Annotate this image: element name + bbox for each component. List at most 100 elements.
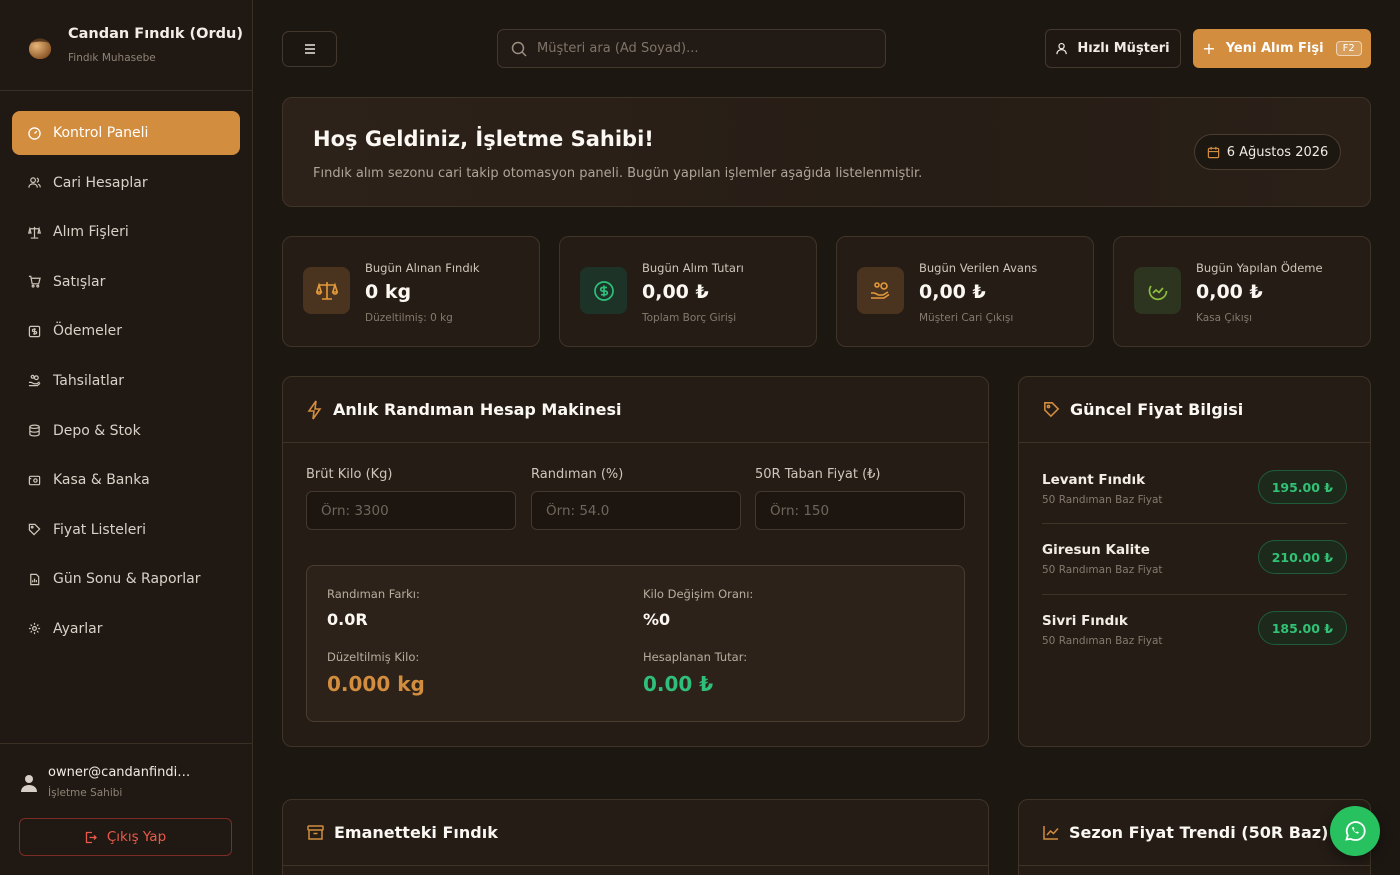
whatsapp-icon bbox=[1345, 821, 1366, 841]
stat-label: Bugün Alım Tutarı bbox=[642, 261, 744, 275]
user-role: İşletme Sahibi bbox=[48, 787, 123, 799]
price-item-desc: 50 Randıman Baz Fiyat bbox=[1042, 635, 1163, 647]
brand-title: Candan Fındık (Ordu) bbox=[68, 26, 243, 42]
stat-value: 0 kg bbox=[365, 281, 412, 303]
sidebar-item-kontrol-paneli[interactable]: Kontrol Paneli bbox=[12, 111, 240, 155]
sidebar-nav: Kontrol Paneli Cari Hesaplar Alım Fişler… bbox=[12, 111, 240, 657]
stat-sub: Toplam Borç Girişi bbox=[642, 312, 737, 324]
user-email: owner@candanfindik.com bbox=[48, 765, 196, 780]
welcome-title: Hoş Geldiniz, İşletme Sahibi! bbox=[313, 127, 654, 151]
taban-fiyat-input[interactable] bbox=[755, 491, 965, 530]
calculation-results: Randıman Farkı: 0.0R Kilo Değişim Oranı:… bbox=[306, 565, 965, 722]
cart-icon bbox=[27, 275, 41, 289]
report-icon bbox=[27, 572, 41, 586]
field-label-randiman: Randıman (%) bbox=[531, 467, 624, 482]
kilo-degisim-value: %0 bbox=[643, 610, 671, 629]
stat-sub: Düzeltilmiş: 0 kg bbox=[365, 312, 453, 324]
price-badge: 195.00 ₺ bbox=[1257, 470, 1347, 504]
user-plus-icon bbox=[1056, 42, 1069, 55]
randiman-farki-value: 0.0R bbox=[327, 610, 368, 629]
calculator-header: Anlık Randıman Hesap Makinesi bbox=[283, 377, 988, 443]
randiman-farki-label: Randıman Farkı: bbox=[327, 587, 420, 601]
welcome-banner: Hoş Geldiniz, İşletme Sahibi! Fındık alı… bbox=[282, 97, 1371, 207]
sidebar-item-label: Tahsilatlar bbox=[53, 372, 125, 389]
hand-coins-icon bbox=[27, 374, 41, 388]
price-badge: 185.00 ₺ bbox=[1257, 611, 1347, 645]
user-avatar-icon bbox=[21, 775, 37, 792]
customer-search bbox=[497, 29, 886, 68]
hand-coins-icon bbox=[857, 267, 904, 314]
price-item: Giresun Kalite 50 Randıman Baz Fiyat 210… bbox=[1042, 540, 1347, 612]
field-label-taban-fiyat: 50R Taban Fiyat (₺) bbox=[755, 467, 881, 482]
new-receipt-label: Yeni Alım Fişi bbox=[1225, 41, 1324, 56]
trend-header: Sezon Fiyat Trendi (50R Baz) bbox=[1019, 800, 1370, 866]
kilo-degisim-label: Kilo Değişim Oranı: bbox=[643, 587, 754, 601]
hazelnut-logo-icon bbox=[29, 38, 51, 59]
stat-card-alim-tutari: Bugün Alım Tutarı 0,00 ₺ Toplam Borç Gir… bbox=[559, 236, 817, 347]
tag-icon bbox=[27, 523, 41, 537]
sidebar-item-fiyat-listeleri[interactable]: Fiyat Listeleri bbox=[12, 508, 240, 552]
divider bbox=[1042, 523, 1347, 524]
sidebar-item-satislar[interactable]: Satışlar bbox=[12, 260, 240, 304]
user-box: owner@candanfindik.com İşletme Sahibi Çı… bbox=[0, 743, 252, 875]
plus-icon: + bbox=[1202, 39, 1216, 58]
stat-value: 0,00 ₺ bbox=[919, 281, 986, 303]
hesaplanan-tutar-label: Hesaplanan Tutar: bbox=[643, 650, 748, 664]
quick-customer-label: Hızlı Müşteri bbox=[1077, 41, 1170, 56]
stat-sub: Kasa Çıkışı bbox=[1196, 312, 1253, 324]
price-item: Levant Fındık 50 Randıman Baz Fiyat 195.… bbox=[1042, 470, 1347, 542]
price-item-name: Levant Fındık bbox=[1042, 472, 1146, 488]
sidebar-item-kasa-banka[interactable]: Kasa & Banka bbox=[12, 458, 240, 502]
escrow-title: Emanetteki Fındık bbox=[334, 823, 498, 842]
divider bbox=[1042, 594, 1347, 595]
price-badge: 210.00 ₺ bbox=[1257, 540, 1347, 574]
duzeltilmis-kilo-value: 0.000 kg bbox=[327, 672, 425, 696]
shortcut-badge: F2 bbox=[1335, 41, 1362, 56]
price-item: Sivri Fındık 50 Randıman Baz Fiyat 185.0… bbox=[1042, 611, 1347, 683]
sidebar-item-alim-fisleri[interactable]: Alım Fişleri bbox=[12, 210, 240, 254]
stat-card-yapilan-odeme: Bugün Yapılan Ödeme 0,00 ₺ Kasa Çıkışı bbox=[1113, 236, 1371, 347]
money-icon bbox=[27, 324, 41, 338]
sidebar-item-odemeler[interactable]: Ödemeler bbox=[12, 309, 240, 353]
stat-value: 0,00 ₺ bbox=[642, 281, 709, 303]
price-item-name: Sivri Fındık bbox=[1042, 613, 1128, 629]
date-badge: 6 Ağustos 2026 bbox=[1194, 134, 1341, 170]
price-item-name: Giresun Kalite bbox=[1042, 542, 1150, 558]
randiman-input[interactable] bbox=[531, 491, 741, 530]
sidebar-item-label: Gün Sonu & Raporlar bbox=[53, 571, 201, 588]
calendar-icon bbox=[1207, 146, 1220, 159]
sidebar-item-depo-stok[interactable]: Depo & Stok bbox=[12, 409, 240, 453]
hamburger-icon bbox=[304, 44, 315, 54]
sidebar-item-label: Kasa & Banka bbox=[53, 472, 150, 489]
brut-kilo-input[interactable] bbox=[306, 491, 516, 530]
lightning-icon bbox=[307, 400, 323, 420]
price-info-panel: Güncel Fiyat Bilgisi Levant Fındık 50 Ra… bbox=[1018, 376, 1371, 747]
quick-customer-button[interactable]: Hızlı Müşteri bbox=[1045, 29, 1181, 68]
menu-toggle-button[interactable] bbox=[282, 31, 337, 67]
tag-icon bbox=[1043, 401, 1060, 418]
calculator-panel: Anlık Randıman Hesap Makinesi Brüt Kilo … bbox=[282, 376, 989, 747]
whatsapp-button[interactable] bbox=[1330, 806, 1380, 856]
logout-label: Çıkış Yap bbox=[106, 829, 167, 845]
sidebar-item-cari-hesaplar[interactable]: Cari Hesaplar bbox=[12, 161, 240, 205]
brand: Candan Fındık (Ordu) Findık Muhasebe bbox=[0, 0, 252, 91]
sidebar-item-ayarlar[interactable]: Ayarlar bbox=[12, 607, 240, 651]
wallet-icon bbox=[27, 473, 41, 487]
search-icon bbox=[511, 41, 527, 57]
sidebar-item-label: Satışlar bbox=[53, 273, 106, 290]
new-receipt-button[interactable]: + Yeni Alım Fişi F2 bbox=[1193, 29, 1371, 68]
trend-panel: Sezon Fiyat Trendi (50R Baz) bbox=[1018, 799, 1371, 875]
logout-button[interactable]: Çıkış Yap bbox=[19, 818, 232, 856]
field-label-brut-kilo: Brüt Kilo (Kg) bbox=[306, 467, 393, 482]
search-input[interactable] bbox=[537, 41, 857, 56]
stat-card-alinan-findik: Bugün Alınan Fındık 0 kg Düzeltilmiş: 0 … bbox=[282, 236, 540, 347]
price-info-header: Güncel Fiyat Bilgisi bbox=[1019, 377, 1370, 443]
scale-icon bbox=[303, 267, 350, 314]
trend-title: Sezon Fiyat Trendi (50R Baz) bbox=[1069, 823, 1329, 842]
database-icon bbox=[27, 424, 41, 438]
sidebar-item-gun-sonu-raporlar[interactable]: Gün Sonu & Raporlar bbox=[12, 557, 240, 601]
gear-icon bbox=[27, 622, 41, 636]
stat-value: 0,00 ₺ bbox=[1196, 281, 1263, 303]
sidebar-item-tahsilatlar[interactable]: Tahsilatlar bbox=[12, 359, 240, 403]
date-text: 6 Ağustos 2026 bbox=[1226, 144, 1329, 160]
